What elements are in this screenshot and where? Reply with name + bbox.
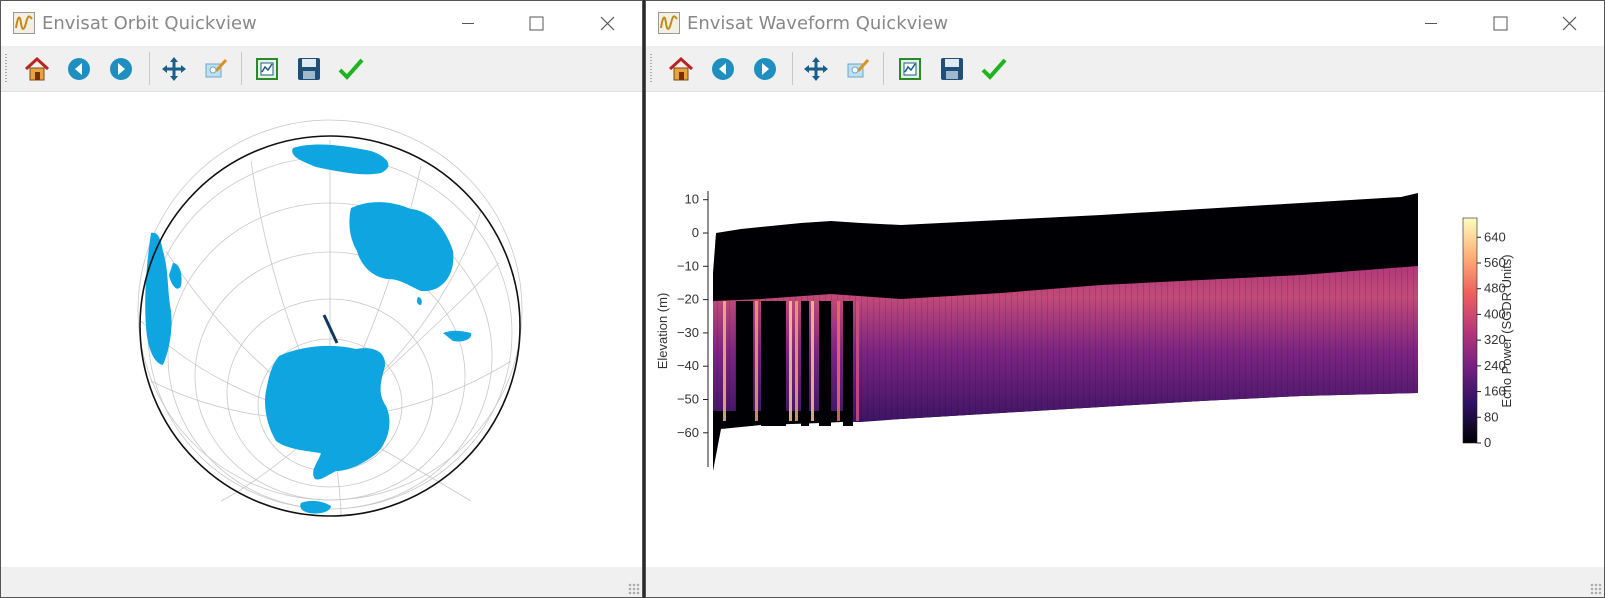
- toolbar-separator: [792, 52, 793, 85]
- toolbar-separator: [883, 52, 884, 85]
- bright-streak: [837, 301, 840, 421]
- y-tick-label: 10: [685, 192, 699, 207]
- echo-gap: [736, 301, 753, 426]
- colorbar: [1462, 217, 1478, 444]
- checkmark-icon[interactable]: [980, 55, 1008, 83]
- navigation-toolbar: [646, 46, 1604, 92]
- y-tick-label: −30: [677, 325, 699, 340]
- colorbar-tick-label: 80: [1484, 409, 1498, 424]
- orthographic-globe: [137, 119, 523, 517]
- window-title: Envisat Orbit Quickview: [42, 13, 257, 34]
- forward-arrow-icon[interactable]: [107, 55, 135, 83]
- echo-gap: [801, 301, 809, 426]
- echo-gap: [843, 301, 853, 426]
- bright-streak: [795, 301, 798, 421]
- app-waveform-icon: [658, 12, 680, 34]
- status-bar: [1, 567, 642, 597]
- bright-streak: [789, 301, 792, 421]
- bright-streak: [723, 301, 726, 421]
- y-tick-label: 0: [692, 225, 699, 240]
- pan-icon[interactable]: [160, 55, 188, 83]
- save-icon[interactable]: [295, 55, 323, 83]
- zoom-icon[interactable]: [202, 55, 230, 83]
- bright-streak: [755, 301, 758, 421]
- resize-grip-icon[interactable]: [628, 583, 640, 595]
- bright-streak: [856, 301, 859, 421]
- navigation-toolbar: [1, 46, 642, 92]
- colorbar-tick-label: 0: [1484, 435, 1491, 450]
- configure-subplots-icon[interactable]: [253, 55, 281, 83]
- toolbar-grip[interactable]: [5, 54, 7, 84]
- y-tick-label: −40: [677, 358, 699, 373]
- orbit-map-canvas[interactable]: [1, 92, 642, 567]
- maximize-button[interactable]: [506, 1, 566, 46]
- pan-icon[interactable]: [802, 55, 830, 83]
- toolbar-separator: [149, 52, 150, 85]
- y-tick-label: −60: [677, 425, 699, 440]
- y-tick-label: −20: [677, 292, 699, 307]
- forward-arrow-icon[interactable]: [751, 55, 779, 83]
- status-bar: [646, 567, 1604, 597]
- home-icon[interactable]: [23, 55, 51, 83]
- resize-grip-icon[interactable]: [1590, 583, 1602, 595]
- orbit-window: Envisat Orbit Quickview: [0, 0, 643, 598]
- waveform-plot-canvas[interactable]: 10 0 −10 −20 −30 −40 −50 −60 Elevation (m) 640 560…: [646, 92, 1604, 567]
- y-tick-label: −50: [677, 392, 699, 407]
- minimize-button[interactable]: [438, 1, 498, 46]
- title-bar[interactable]: Envisat Orbit Quickview: [1, 1, 642, 46]
- home-icon[interactable]: [667, 55, 695, 83]
- y-axis-label: Elevation (m): [655, 293, 670, 370]
- zoom-icon[interactable]: [844, 55, 872, 83]
- waveform-chart: 100−10−20−30−40−50−60Elevation (m)640560…: [655, 191, 1514, 471]
- back-arrow-icon[interactable]: [65, 55, 93, 83]
- minimize-button[interactable]: [1401, 1, 1461, 46]
- toolbar-separator: [241, 52, 242, 85]
- toolbar-grip[interactable]: [650, 54, 652, 84]
- y-tick-label: −10: [677, 258, 699, 273]
- close-button[interactable]: [577, 1, 637, 46]
- back-arrow-icon[interactable]: [709, 55, 737, 83]
- waveform-window: Envisat Waveform Quickview 10 0 −10 −20 …: [645, 0, 1605, 598]
- colorbar-label: Echo Power (SGDR Units): [1499, 254, 1514, 407]
- close-button[interactable]: [1539, 1, 1599, 46]
- colorbar-tick-label: 640: [1484, 229, 1506, 244]
- maximize-button[interactable]: [1470, 1, 1530, 46]
- window-title: Envisat Waveform Quickview: [687, 13, 949, 34]
- app-waveform-icon: [13, 12, 35, 34]
- configure-subplots-icon[interactable]: [896, 55, 924, 83]
- bright-streak: [811, 301, 814, 421]
- title-bar[interactable]: Envisat Waveform Quickview: [646, 1, 1604, 46]
- save-icon[interactable]: [938, 55, 966, 83]
- echo-gap: [761, 301, 786, 426]
- echo-gap: [819, 301, 831, 426]
- checkmark-icon[interactable]: [337, 55, 365, 83]
